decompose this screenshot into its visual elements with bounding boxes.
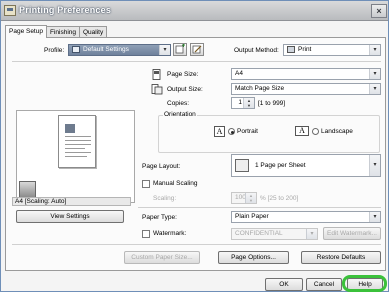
page-options-button[interactable]: Page Options... [218,251,289,264]
watermark-label[interactable]: Watermark: [153,230,186,237]
preview-page [58,115,96,168]
paper-type-value: Plain Paper [235,213,269,220]
output-size-label: Output Size: [167,86,203,93]
edit-profile-icon[interactable] [190,43,204,56]
portrait-radio[interactable] [228,128,235,135]
page-layout-select[interactable]: 1 Page per Sheet ▾ [231,154,381,177]
page-size-select[interactable]: A4 ▾ [231,68,381,80]
custom-paper-size-button[interactable]: Custom Paper Size... [124,251,200,264]
page-preview [16,110,135,203]
cancel-button[interactable]: Cancel [306,278,342,291]
chevron-down-icon: ▾ [159,45,170,55]
preview-line [65,148,85,149]
watermark-checkbox[interactable] [142,230,150,238]
spin-arrows-icon[interactable]: ▲ ▼ [243,98,254,108]
watermark-select[interactable]: CONFIDENTIAL ▾ [231,228,318,240]
spin-arrows-icon[interactable]: ▲ ▼ [245,193,256,203]
scaling-label: Scaling: [153,195,177,202]
preview-line [65,156,87,157]
portrait-label[interactable]: Portrait [237,128,258,135]
printer-icon [4,5,16,16]
window-title: Printing Preferences [19,5,112,15]
landscape-label[interactable]: Landscape [321,128,353,135]
paper-type-label: Paper Type: [142,214,177,221]
chevron-down-icon: ▾ [369,212,380,222]
print-icon [287,45,295,53]
page-size-value: A4 [235,70,243,77]
page-setup-panel: Profile: Default Settings ▾ Output Metho… [5,37,386,271]
preview-image-block [65,124,75,133]
copies-label: Copies: [167,100,190,107]
preview-line [65,136,91,137]
printing-preferences-dialog: Printing Preferences × Page Setup Finish… [0,0,389,292]
separator [12,244,381,245]
title-bar[interactable]: Printing Preferences × [1,1,388,21]
output-method-select[interactable]: Print ▾ [283,44,381,56]
watermark-value: CONFIDENTIAL [235,230,283,237]
output-size-value: Match Page Size [235,85,285,92]
profile-select[interactable]: Default Settings ▾ [68,44,171,56]
chevron-down-icon: ▾ [369,45,380,55]
copies-value: 1 [238,99,242,106]
copies-range: [1 to 999] [258,100,286,107]
profile-icon [72,45,80,53]
orientation-legend: Orientation [163,111,197,118]
output-size-select[interactable]: Match Page Size ▾ [231,83,381,95]
tab-page-setup[interactable]: Page Setup [5,25,47,38]
copies-stepper[interactable]: 1 ▲ ▼ [231,97,255,109]
output-method-label: Output Method: [234,47,279,54]
page-layout-value: 1 Page per Sheet [255,162,306,169]
add-profile-icon[interactable] [173,43,187,56]
view-settings-button[interactable]: View Settings [16,210,124,223]
output-method-value: Print [298,46,312,53]
scaling-range: % [25 to 200] [260,195,299,202]
manual-scaling-checkbox[interactable] [142,180,150,188]
chevron-down-icon: ▾ [306,229,317,239]
chevron-down-icon: ▾ [369,155,380,176]
preview-status: A4 [Scaling: Auto] [12,197,131,206]
separator [138,207,381,208]
page-layout-icon [235,158,249,172]
close-button[interactable]: × [371,4,387,18]
edit-watermark-button[interactable]: Edit Watermark... [323,227,381,240]
page-size-label: Page Size: [167,71,199,78]
page-layout-label: Page Layout: [142,163,181,170]
landscape-icon: A [295,126,309,136]
page-size-icon [151,69,163,80]
restore-defaults-button[interactable]: Restore Defaults [301,251,381,264]
preview-line [65,140,91,141]
chevron-down-icon: ▾ [369,69,380,79]
output-size-icon [151,84,163,95]
separator [12,61,381,62]
preview-line [65,144,91,145]
manual-scaling-label[interactable]: Manual Scaling [153,180,197,187]
profile-value: Default Settings [83,46,129,53]
scaling-stepper[interactable]: 100 ▲ ▼ [231,192,257,204]
landscape-radio[interactable] [312,128,319,135]
profile-label: Profile: [44,47,65,54]
portrait-icon: A [214,126,225,137]
help-highlight-marker [342,275,387,292]
paper-type-select[interactable]: Plain Paper ▾ [231,211,381,223]
preview-line [65,152,91,153]
chevron-down-icon: ▾ [369,84,380,94]
printer-preview-icon [19,181,36,198]
ok-button[interactable]: OK [265,278,303,291]
